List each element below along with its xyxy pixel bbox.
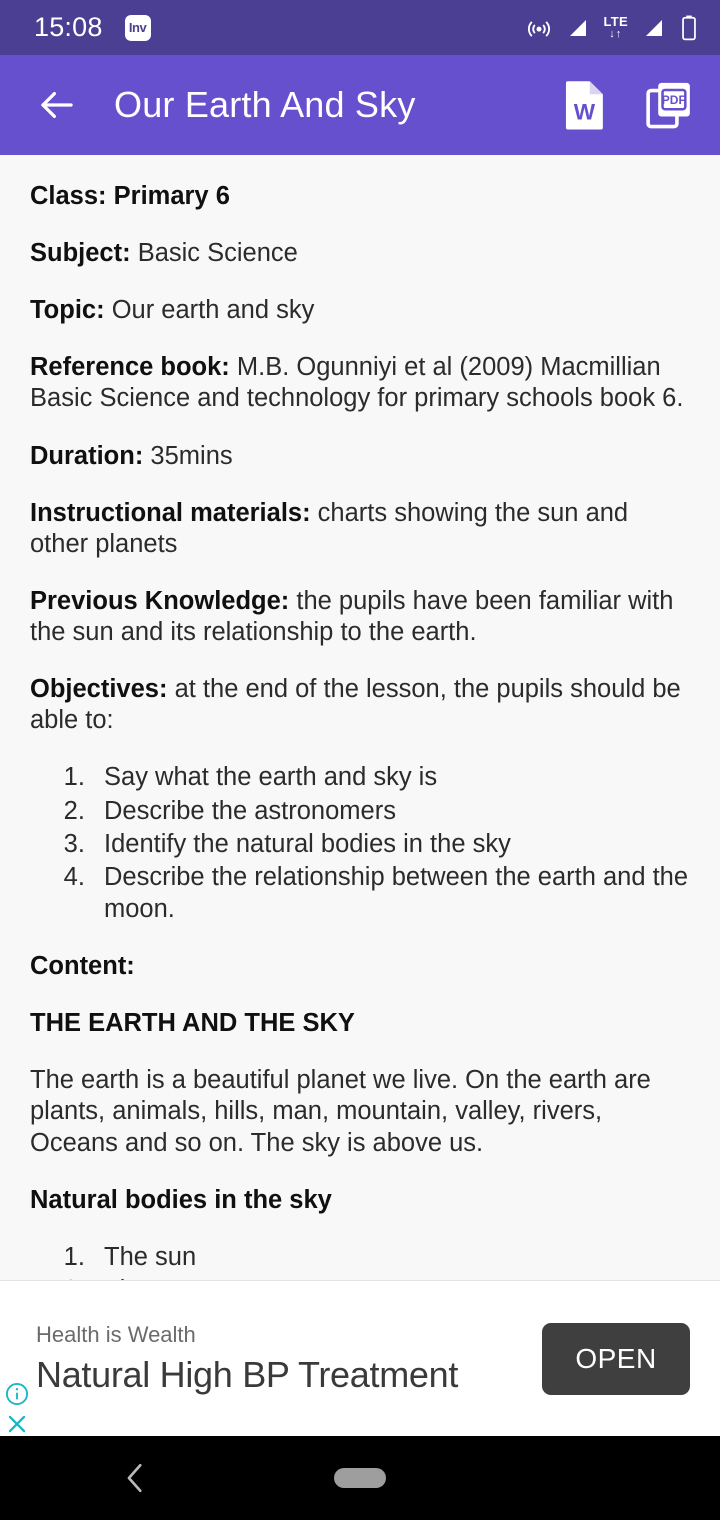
list-item: The sun	[92, 1242, 690, 1273]
word-export-button[interactable]: W	[560, 79, 610, 131]
status-bar: 15:08 Inv LTE ↓↑	[0, 0, 720, 55]
field-instructional-materials: Instructional materials: charts showing …	[30, 498, 690, 560]
field-objectives: Objectives: at the end of the lesson, th…	[30, 674, 690, 736]
app-bar: Our Earth And Sky W PDF	[0, 55, 720, 155]
ad-open-button[interactable]: OPEN	[542, 1322, 690, 1395]
lesson-note-content[interactable]: Class: Primary 6 Subject: Basic Science …	[0, 155, 720, 1280]
status-notification-icons: Inv	[124, 14, 151, 41]
battery-icon	[680, 15, 698, 41]
field-class: Class: Primary 6	[30, 181, 690, 212]
field-subject-label: Subject:	[30, 239, 131, 268]
system-navigation-bar	[0, 1436, 720, 1520]
field-class-value: Primary 6	[113, 182, 230, 210]
lte-network-indicator: LTE ↓↑	[603, 14, 628, 40]
content-heading: THE EARTH AND THE SKY	[30, 1009, 355, 1038]
field-subject-value: Basic Science	[137, 239, 298, 268]
hotspot-icon	[526, 15, 552, 41]
field-class-label: Class:	[30, 182, 107, 210]
content-body: The earth is a beautiful planet we live.…	[30, 1066, 651, 1157]
field-previous-knowledge: Previous Knowledge: the pupils have been…	[30, 586, 690, 648]
nav-back-button[interactable]	[122, 1461, 150, 1495]
app-bar-actions: W PDF	[560, 79, 694, 131]
field-topic-value: Our earth and sky	[111, 296, 315, 325]
inv-app-notification-icon: Inv	[124, 14, 151, 41]
field-previous-knowledge-label: Previous Knowledge:	[30, 586, 290, 615]
field-objectives-label: Objectives:	[30, 675, 168, 704]
ad-text-block: Health is Wealth Natural High BP Treatme…	[36, 1322, 542, 1396]
nav-home-pill[interactable]	[334, 1468, 386, 1488]
back-button[interactable]	[30, 78, 84, 132]
ad-banner[interactable]: Health is Wealth Natural High BP Treatme…	[0, 1280, 720, 1436]
natural-bodies-heading: Natural bodies in the sky	[30, 1185, 332, 1214]
ad-badge-group	[4, 1381, 30, 1437]
field-reference-book-label: Reference book:	[30, 353, 230, 382]
status-time: 15:08	[34, 12, 103, 42]
list-item: Describe the astronomers	[92, 796, 690, 827]
status-system-icons: LTE ↓↑	[526, 15, 699, 41]
field-topic-label: Topic:	[30, 296, 105, 325]
field-duration-value: 35mins	[150, 441, 233, 470]
svg-text:PDF: PDF	[662, 93, 686, 107]
page-title: Our Earth And Sky	[114, 84, 416, 125]
objectives-list: Say what the earth and sky is Describe t…	[30, 762, 690, 925]
arrow-left-icon	[41, 91, 73, 119]
content-label: Content:	[30, 952, 135, 981]
list-item: Say what the earth and sky is	[92, 762, 690, 793]
pdf-export-button[interactable]: PDF	[644, 79, 694, 131]
field-topic: Topic: Our earth and sky	[30, 295, 690, 326]
word-document-icon: W	[565, 81, 603, 130]
info-circle-icon[interactable]	[4, 1381, 30, 1407]
field-subject: Subject: Basic Science	[30, 238, 690, 269]
chevron-left-icon	[127, 1463, 142, 1493]
field-duration: Duration: 35mins	[30, 441, 690, 472]
close-x-icon[interactable]	[4, 1411, 30, 1437]
lte-data-arrows: ↓↑	[609, 28, 623, 40]
list-item: Describe the relationship between the ea…	[92, 862, 690, 925]
ad-headline: Natural High BP Treatment	[36, 1353, 459, 1395]
pdf-document-icon: PDF	[646, 82, 690, 129]
field-duration-label: Duration:	[30, 441, 144, 470]
natural-bodies-list: The sun The moon	[30, 1242, 690, 1280]
field-instructional-materials-label: Instructional materials:	[30, 498, 311, 527]
svg-text:W: W	[574, 99, 596, 124]
signal-bar-icon	[566, 16, 590, 40]
field-reference-book: Reference book: M.B. Ogunniyi et al (200…	[30, 352, 690, 414]
signal-bar-icon-2	[642, 16, 666, 40]
ad-advertiser: Health is Wealth	[36, 1321, 196, 1347]
list-item: Identify the natural bodies in the sky	[92, 829, 690, 860]
